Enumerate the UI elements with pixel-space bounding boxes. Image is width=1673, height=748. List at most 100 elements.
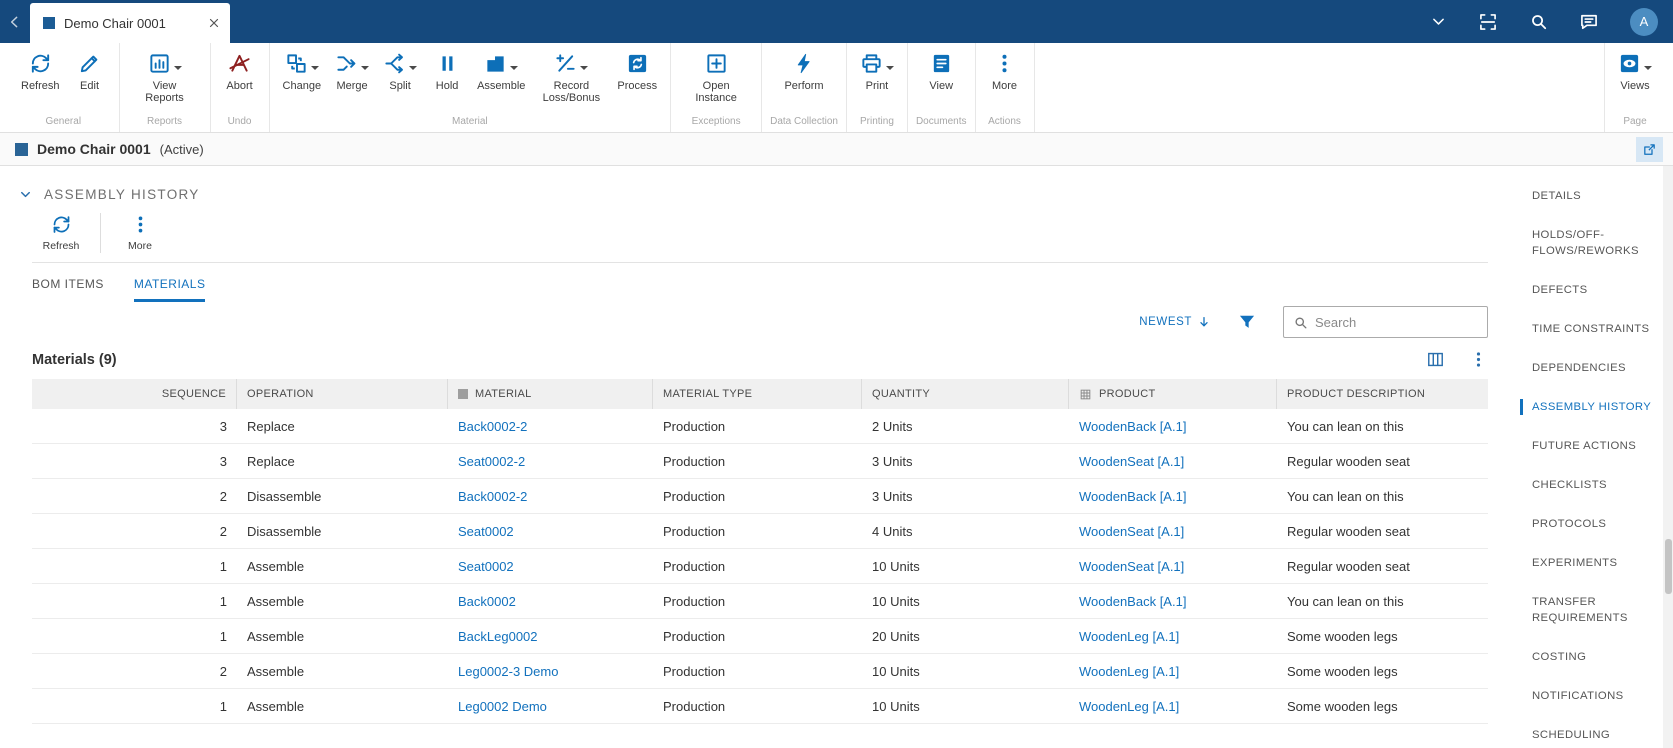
material-link[interactable]: Seat0002 <box>458 524 514 539</box>
table-row[interactable]: 3 Replace Seat0002-2 Production 3 Units … <box>32 444 1488 479</box>
cell-sequence: 2 <box>219 663 227 679</box>
material-link[interactable]: BackLeg0002 <box>458 629 538 644</box>
process-icon <box>626 52 649 75</box>
column-header-sequence[interactable]: SEQUENCE <box>32 379 237 409</box>
material-link[interactable]: Leg0002-3 Demo <box>458 664 558 679</box>
sidebar-item-scheduling[interactable]: SCHEDULING <box>1520 727 1663 743</box>
product-link[interactable]: WoodenSeat [A.1] <box>1079 454 1184 469</box>
abort-button[interactable]: Abort <box>217 46 263 94</box>
sidebar-item-future-actions[interactable]: FUTURE ACTIONS <box>1520 438 1663 454</box>
tab-bom-items[interactable]: BOM ITEMS <box>32 277 104 302</box>
vertical-scrollbar[interactable] <box>1663 166 1673 748</box>
refresh-button[interactable]: Refresh <box>14 46 67 94</box>
cell-sequence: 2 <box>219 523 227 539</box>
hold-button[interactable]: Hold <box>424 46 470 94</box>
more-icon <box>130 214 151 235</box>
cell-material-type: Production <box>663 488 726 504</box>
cell-sequence: 1 <box>219 698 227 714</box>
cell-sequence: 1 <box>219 558 227 574</box>
sidebar-item-time-constraints[interactable]: TIME CONSTRAINTS <box>1520 321 1663 337</box>
material-link[interactable]: Back0002 <box>458 594 516 609</box>
table-row[interactable]: 1 Assemble Leg0002 Demo Production 10 Un… <box>32 689 1488 724</box>
table-row[interactable]: 3 Replace Back0002-2 Production 2 Units … <box>32 409 1488 444</box>
tab-list-chevron-icon[interactable] <box>1430 13 1447 30</box>
document-tab[interactable]: Demo Chair 0001 <box>30 3 230 43</box>
sidebar-item-notifications[interactable]: NOTIFICATIONS <box>1520 688 1663 704</box>
sidebar-item-costing[interactable]: COSTING <box>1520 649 1663 665</box>
views-button[interactable]: Views <box>1611 46 1659 94</box>
material-link[interactable]: Seat0002 <box>458 559 514 574</box>
search-icon[interactable] <box>1529 12 1548 31</box>
product-link[interactable]: WoodenBack [A.1] <box>1079 594 1186 609</box>
view-documents-button[interactable]: View <box>918 46 964 94</box>
avatar[interactable]: A <box>1630 7 1658 36</box>
product-link[interactable]: WoodenSeat [A.1] <box>1079 524 1184 539</box>
edit-icon <box>78 52 101 75</box>
table-row[interactable]: 2 Disassemble Back0002-2 Production 3 Un… <box>32 479 1488 514</box>
edit-button[interactable]: Edit <box>67 46 113 94</box>
collapse-chevron-icon[interactable] <box>18 187 33 202</box>
material-link[interactable]: Seat0002-2 <box>458 454 525 469</box>
sidebar-item-protocols[interactable]: PROTOCOLS <box>1520 516 1663 532</box>
view-reports-button[interactable]: View Reports <box>126 46 204 106</box>
sidebar-item-holds-offflows-reworks[interactable]: HOLDS/OFF-FLOWS/REWORKS <box>1520 227 1663 259</box>
material-instance-icon <box>15 142 28 156</box>
filter-icon[interactable] <box>1237 312 1257 332</box>
product-link[interactable]: WoodenLeg [A.1] <box>1079 629 1179 644</box>
column-header-product-description[interactable]: PRODUCT DESCRIPTION <box>1277 379 1488 409</box>
close-icon[interactable] <box>208 17 220 29</box>
product-link[interactable]: WoodenLeg [A.1] <box>1079 699 1179 714</box>
material-link[interactable]: Back0002-2 <box>458 489 527 504</box>
panel-refresh-button[interactable]: Refresh <box>32 210 90 252</box>
assemble-button[interactable]: Assemble <box>470 46 532 94</box>
print-button[interactable]: Print <box>853 46 901 94</box>
table-row[interactable]: 1 Assemble Seat0002 Production 10 Units … <box>32 549 1488 584</box>
expand-page-button[interactable] <box>1636 136 1663 162</box>
material-link[interactable]: Back0002-2 <box>458 419 527 434</box>
column-header-operation[interactable]: OPERATION <box>237 379 448 409</box>
tab-materials[interactable]: MATERIALS <box>133 277 206 302</box>
table-row[interactable]: 2 Disassemble Seat0002 Production 4 Unit… <box>32 514 1488 549</box>
column-header-quantity[interactable]: QUANTITY <box>862 379 1069 409</box>
record-loss-bonus-icon <box>554 52 577 75</box>
column-header-material[interactable]: MATERIAL <box>448 379 653 409</box>
column-header-material-type[interactable]: MATERIAL TYPE <box>653 379 862 409</box>
topbar-actions: A <box>1430 7 1673 36</box>
sidebar-item-details[interactable]: DETAILS <box>1520 188 1663 204</box>
back-chevron-icon[interactable] <box>0 14 30 30</box>
more-icon[interactable] <box>1469 350 1488 369</box>
page-sections-sidebar: DETAILS HOLDS/OFF-FLOWS/REWORKS DEFECTS … <box>1520 166 1663 748</box>
column-header-product[interactable]: PRODUCT <box>1069 379 1277 409</box>
process-button[interactable]: Process <box>610 46 664 94</box>
panel-more-button[interactable]: More <box>111 210 169 252</box>
product-link[interactable]: WoodenBack [A.1] <box>1079 489 1186 504</box>
perform-button[interactable]: Perform <box>777 46 830 94</box>
sort-control[interactable]: NEWEST <box>1139 315 1211 329</box>
sidebar-item-dependencies[interactable]: DEPENDENCIES <box>1520 360 1663 376</box>
material-link[interactable]: Leg0002 Demo <box>458 699 547 714</box>
merge-button[interactable]: Merge <box>328 46 376 94</box>
section-title: ASSEMBLY HISTORY <box>44 187 200 202</box>
search-input[interactable] <box>1315 314 1478 330</box>
sidebar-item-checklists[interactable]: CHECKLISTS <box>1520 477 1663 493</box>
table-row[interactable]: 1 Assemble BackLeg0002 Production 20 Uni… <box>32 619 1488 654</box>
sidebar-item-assembly-history[interactable]: ASSEMBLY HISTORY <box>1520 399 1663 415</box>
product-link[interactable]: WoodenBack [A.1] <box>1079 419 1186 434</box>
record-loss-bonus-button[interactable]: Record Loss/Bonus <box>532 46 610 106</box>
table-row[interactable]: 1 Assemble Back0002 Production 10 Units … <box>32 584 1488 619</box>
table-actions <box>1426 350 1488 369</box>
open-instance-button[interactable]: Open Instance <box>677 46 755 106</box>
sidebar-item-transfer-requirements[interactable]: TRANSFER REQUIREMENTS <box>1520 594 1663 626</box>
sidebar-item-experiments[interactable]: EXPERIMENTS <box>1520 555 1663 571</box>
columns-icon[interactable] <box>1426 350 1445 369</box>
sidebar-item-defects[interactable]: DEFECTS <box>1520 282 1663 298</box>
table-row[interactable]: 2 Assemble Leg0002-3 Demo Production 10 … <box>32 654 1488 689</box>
feedback-icon[interactable] <box>1579 12 1599 32</box>
product-link[interactable]: WoodenSeat [A.1] <box>1079 559 1184 574</box>
change-button[interactable]: Change <box>276 46 329 94</box>
scrollbar-thumb[interactable] <box>1664 539 1672 594</box>
split-button[interactable]: Split <box>376 46 424 94</box>
scan-icon[interactable] <box>1478 12 1498 32</box>
product-link[interactable]: WoodenLeg [A.1] <box>1079 664 1179 679</box>
more-button[interactable]: More <box>982 46 1028 94</box>
